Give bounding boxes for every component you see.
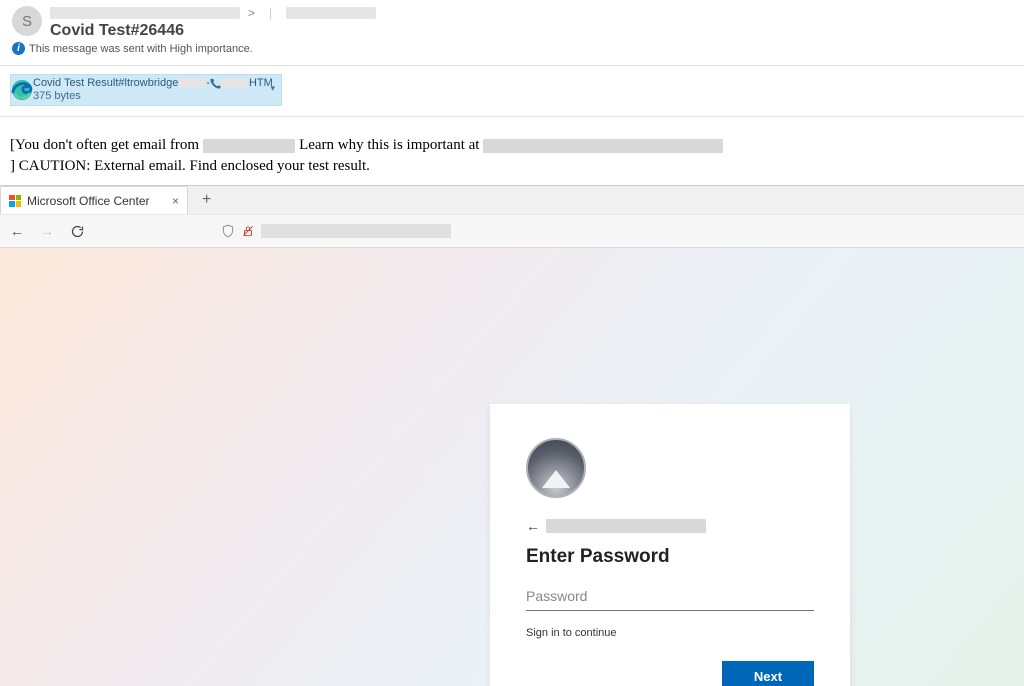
redacted-link	[483, 139, 723, 153]
redacted-sender	[50, 7, 240, 19]
redacted-attachment-mid	[178, 78, 206, 88]
redacted-url	[261, 224, 451, 238]
account-back-row[interactable]: ←	[526, 518, 814, 534]
browser-window: Microsoft Office Center × + ← → ← Enter …	[0, 185, 1024, 686]
back-button[interactable]: ←	[10, 223, 24, 239]
shield-icon	[221, 224, 235, 238]
tab-bar: Microsoft Office Center × +	[0, 186, 1024, 214]
edge-icon	[11, 79, 33, 101]
signin-help-text: Sign in to continue	[526, 627, 814, 639]
page-viewport: ← Enter Password Sign in to continue Nex…	[0, 248, 1024, 686]
angle-bracket: >	[248, 6, 255, 20]
redacted-sender-address	[203, 139, 295, 153]
email-subject: Covid Test#26446	[50, 22, 1012, 40]
lock-strike-icon	[241, 224, 255, 238]
login-heading: Enter Password	[526, 546, 814, 568]
importance-banner: i This message was sent with High import…	[0, 40, 1024, 61]
tab-title: Microsoft Office Center	[27, 194, 149, 208]
separator-pipe: |	[269, 6, 272, 20]
browser-toolbar: ← →	[0, 214, 1024, 248]
next-button[interactable]: Next	[722, 661, 814, 686]
chevron-down-icon[interactable]: ▾	[270, 83, 275, 94]
login-card: ← Enter Password Sign in to continue Nex…	[490, 404, 850, 686]
microsoft-icon	[9, 195, 21, 207]
redacted-attachment-end	[221, 78, 249, 88]
brand-logo	[526, 438, 586, 498]
email-header: S > | Covid Test#26446	[0, 0, 1024, 40]
back-arrow-icon: ←	[526, 518, 540, 534]
forward-button[interactable]: →	[40, 223, 54, 239]
email-body: [You don't often get email from Learn wh…	[0, 121, 1024, 185]
redacted-account	[546, 519, 706, 533]
redacted-date	[286, 7, 376, 19]
new-tab-button[interactable]: +	[202, 191, 211, 209]
close-tab-icon[interactable]: ×	[172, 194, 179, 208]
attachment-details: Covid Test Result#ltrowbridge-HTM 375 by…	[33, 77, 273, 103]
sender-avatar: S	[12, 6, 42, 36]
phone-icon	[210, 78, 221, 89]
address-bar[interactable]	[221, 224, 451, 238]
info-icon: i	[12, 42, 25, 55]
email-attachment[interactable]: Covid Test Result#ltrowbridge-HTM 375 by…	[10, 74, 282, 106]
sender-line: > |	[50, 6, 1012, 20]
password-field[interactable]	[526, 582, 814, 611]
refresh-button[interactable]	[70, 224, 85, 239]
browser-tab[interactable]: Microsoft Office Center ×	[0, 186, 188, 214]
